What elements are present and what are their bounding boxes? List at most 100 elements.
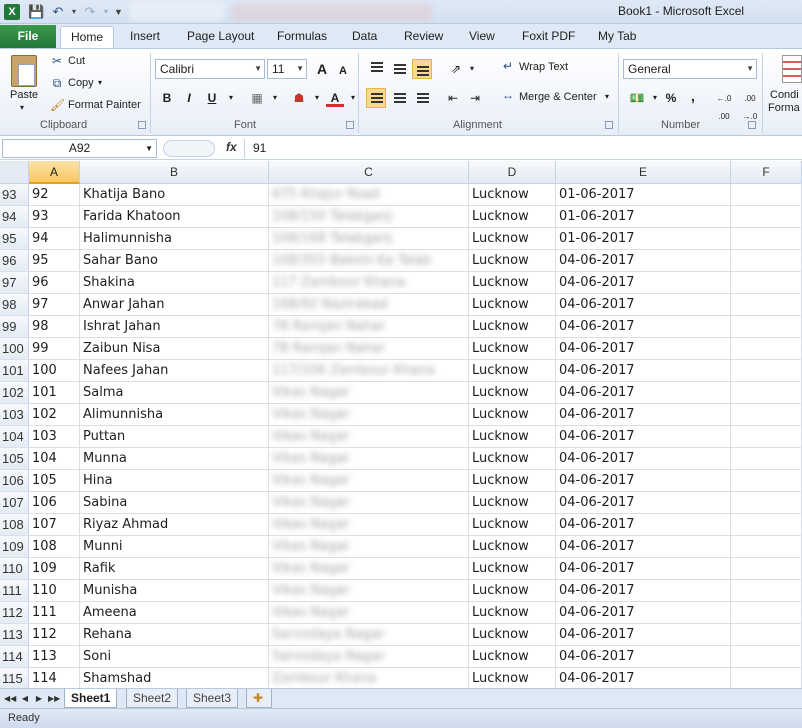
row-header[interactable]: 98 (0, 294, 29, 316)
cell-c[interactable]: 108/150 Talabganj (269, 206, 469, 228)
cell-a[interactable]: 114 (29, 668, 80, 690)
cell-c[interactable]: Vikas Nagar (269, 448, 469, 470)
cell-f[interactable] (731, 470, 802, 492)
cell-f[interactable] (731, 580, 802, 602)
cell-c[interactable]: Vikas Nagar (269, 382, 469, 404)
row-header[interactable]: 108 (0, 514, 29, 536)
orientation-dropdown-icon[interactable]: ▾ (463, 60, 481, 78)
row-header[interactable]: 107 (0, 492, 29, 514)
cell-a[interactable]: 107 (29, 514, 80, 536)
cell-e[interactable]: 04-06-2017 (556, 514, 731, 536)
borders-dropdown-icon[interactable]: ▾ (266, 89, 284, 107)
cell-b[interactable]: Alimunnisha (80, 404, 269, 426)
formula-bar-resize-handle[interactable] (163, 140, 215, 157)
cell-c[interactable]: 78 Ramjan Nahar (269, 316, 469, 338)
align-right-button[interactable] (412, 88, 432, 108)
cell-f[interactable] (731, 492, 802, 514)
cell-f[interactable] (731, 228, 802, 250)
cell-d[interactable]: Lucknow (469, 514, 556, 536)
row-header[interactable]: 104 (0, 426, 29, 448)
row-header[interactable]: 113 (0, 624, 29, 646)
cell-d[interactable]: Lucknow (469, 272, 556, 294)
formula-input[interactable]: 91 (244, 139, 800, 158)
cell-b[interactable]: Anwar Jahan (80, 294, 269, 316)
sheet-tab-sheet1[interactable]: Sheet1 (64, 689, 118, 708)
increase-indent-icon[interactable]: ⇥ (466, 89, 484, 107)
row-header[interactable]: 115 (0, 668, 29, 690)
cell-a[interactable]: 97 (29, 294, 80, 316)
cell-a[interactable]: 102 (29, 404, 80, 426)
cell-c[interactable]: Zambour Khana (269, 668, 469, 690)
alignment-launcher-icon[interactable] (605, 121, 613, 129)
format-painter-icon[interactable]: 🖌 (50, 98, 65, 112)
clipboard-launcher-icon[interactable] (138, 121, 146, 129)
cell-a[interactable]: 95 (29, 250, 80, 272)
cell-f[interactable] (731, 668, 802, 690)
conditional-formatting-button[interactable]: Condi (770, 89, 799, 101)
cell-a[interactable]: 98 (29, 316, 80, 338)
cell-f[interactable] (731, 426, 802, 448)
cell-f[interactable] (731, 536, 802, 558)
save-icon[interactable]: 💾 (28, 4, 44, 20)
cell-a[interactable]: 101 (29, 382, 80, 404)
row-header[interactable]: 102 (0, 382, 29, 404)
font-color-dropdown-icon[interactable]: ▾ (344, 89, 362, 107)
cell-e[interactable]: 04-06-2017 (556, 426, 731, 448)
cell-e[interactable]: 04-06-2017 (556, 382, 731, 404)
cell-f[interactable] (731, 316, 802, 338)
row-header[interactable]: 103 (0, 404, 29, 426)
cell-c[interactable]: Sarvodaya Nagar (269, 646, 469, 668)
undo-dropdown-icon[interactable]: ▾ (66, 4, 82, 20)
cell-e[interactable]: 04-06-2017 (556, 404, 731, 426)
cell-b[interactable]: Soni (80, 646, 269, 668)
customize-quick-access-icon[interactable]: ▼ (114, 4, 124, 20)
cell-a[interactable]: 99 (29, 338, 80, 360)
cell-f[interactable] (731, 558, 802, 580)
font-color-button[interactable]: A (326, 89, 344, 107)
underline-button[interactable]: U (203, 89, 221, 107)
cell-a[interactable]: 94 (29, 228, 80, 250)
excel-logo-icon[interactable]: X (4, 4, 20, 20)
cell-e[interactable]: 04-06-2017 (556, 470, 731, 492)
cell-c[interactable]: 168/92 Nazirabad (269, 294, 469, 316)
cell-a[interactable]: 103 (29, 426, 80, 448)
redo-icon[interactable]: ↷ (82, 4, 98, 20)
cell-e[interactable]: 04-06-2017 (556, 536, 731, 558)
cell-d[interactable]: Lucknow (469, 602, 556, 624)
cell-d[interactable]: Lucknow (469, 360, 556, 382)
sheet-tab-sheet2[interactable]: Sheet2 (126, 689, 179, 708)
cell-f[interactable] (731, 514, 802, 536)
cell-d[interactable]: Lucknow (469, 536, 556, 558)
italic-button[interactable]: I (180, 89, 198, 107)
cell-b[interactable]: Shakina (80, 272, 269, 294)
fill-color-dropdown-icon[interactable]: ▾ (308, 89, 326, 107)
cell-b[interactable]: Puttan (80, 426, 269, 448)
align-left-button[interactable] (366, 88, 386, 108)
last-sheet-icon[interactable]: ▶▶ (48, 692, 60, 706)
redo-dropdown-icon[interactable]: ▾ (98, 4, 114, 20)
tab-formulas[interactable]: Formulas (267, 26, 337, 48)
row-header[interactable]: 111 (0, 580, 29, 602)
cell-b[interactable]: Shamshad (80, 668, 269, 690)
cell-b[interactable]: Nafees Jahan (80, 360, 269, 382)
row-header[interactable]: 100 (0, 338, 29, 360)
cell-a[interactable]: 106 (29, 492, 80, 514)
row-header[interactable]: 114 (0, 646, 29, 668)
row-header[interactable]: 109 (0, 536, 29, 558)
row-header[interactable]: 96 (0, 250, 29, 272)
cell-d[interactable]: Lucknow (469, 316, 556, 338)
increase-decimal-button[interactable]: ←.0 .00 (712, 90, 736, 121)
cell-a[interactable]: 92 (29, 184, 80, 206)
cell-d[interactable]: Lucknow (469, 228, 556, 250)
cell-a[interactable]: 104 (29, 448, 80, 470)
cell-b[interactable]: Riyaz Ahmad (80, 514, 269, 536)
align-middle-button[interactable] (389, 59, 409, 79)
cell-b[interactable]: Ishrat Jahan (80, 316, 269, 338)
cell-e[interactable]: 04-06-2017 (556, 250, 731, 272)
cell-d[interactable]: Lucknow (469, 470, 556, 492)
cell-e[interactable]: 04-06-2017 (556, 294, 731, 316)
cell-c[interactable]: Vikas Nagar (269, 536, 469, 558)
cell-c[interactable]: 108/168 Talabganj (269, 228, 469, 250)
next-sheet-icon[interactable]: ▶ (34, 692, 44, 706)
decrease-indent-icon[interactable]: ⇤ (444, 89, 462, 107)
